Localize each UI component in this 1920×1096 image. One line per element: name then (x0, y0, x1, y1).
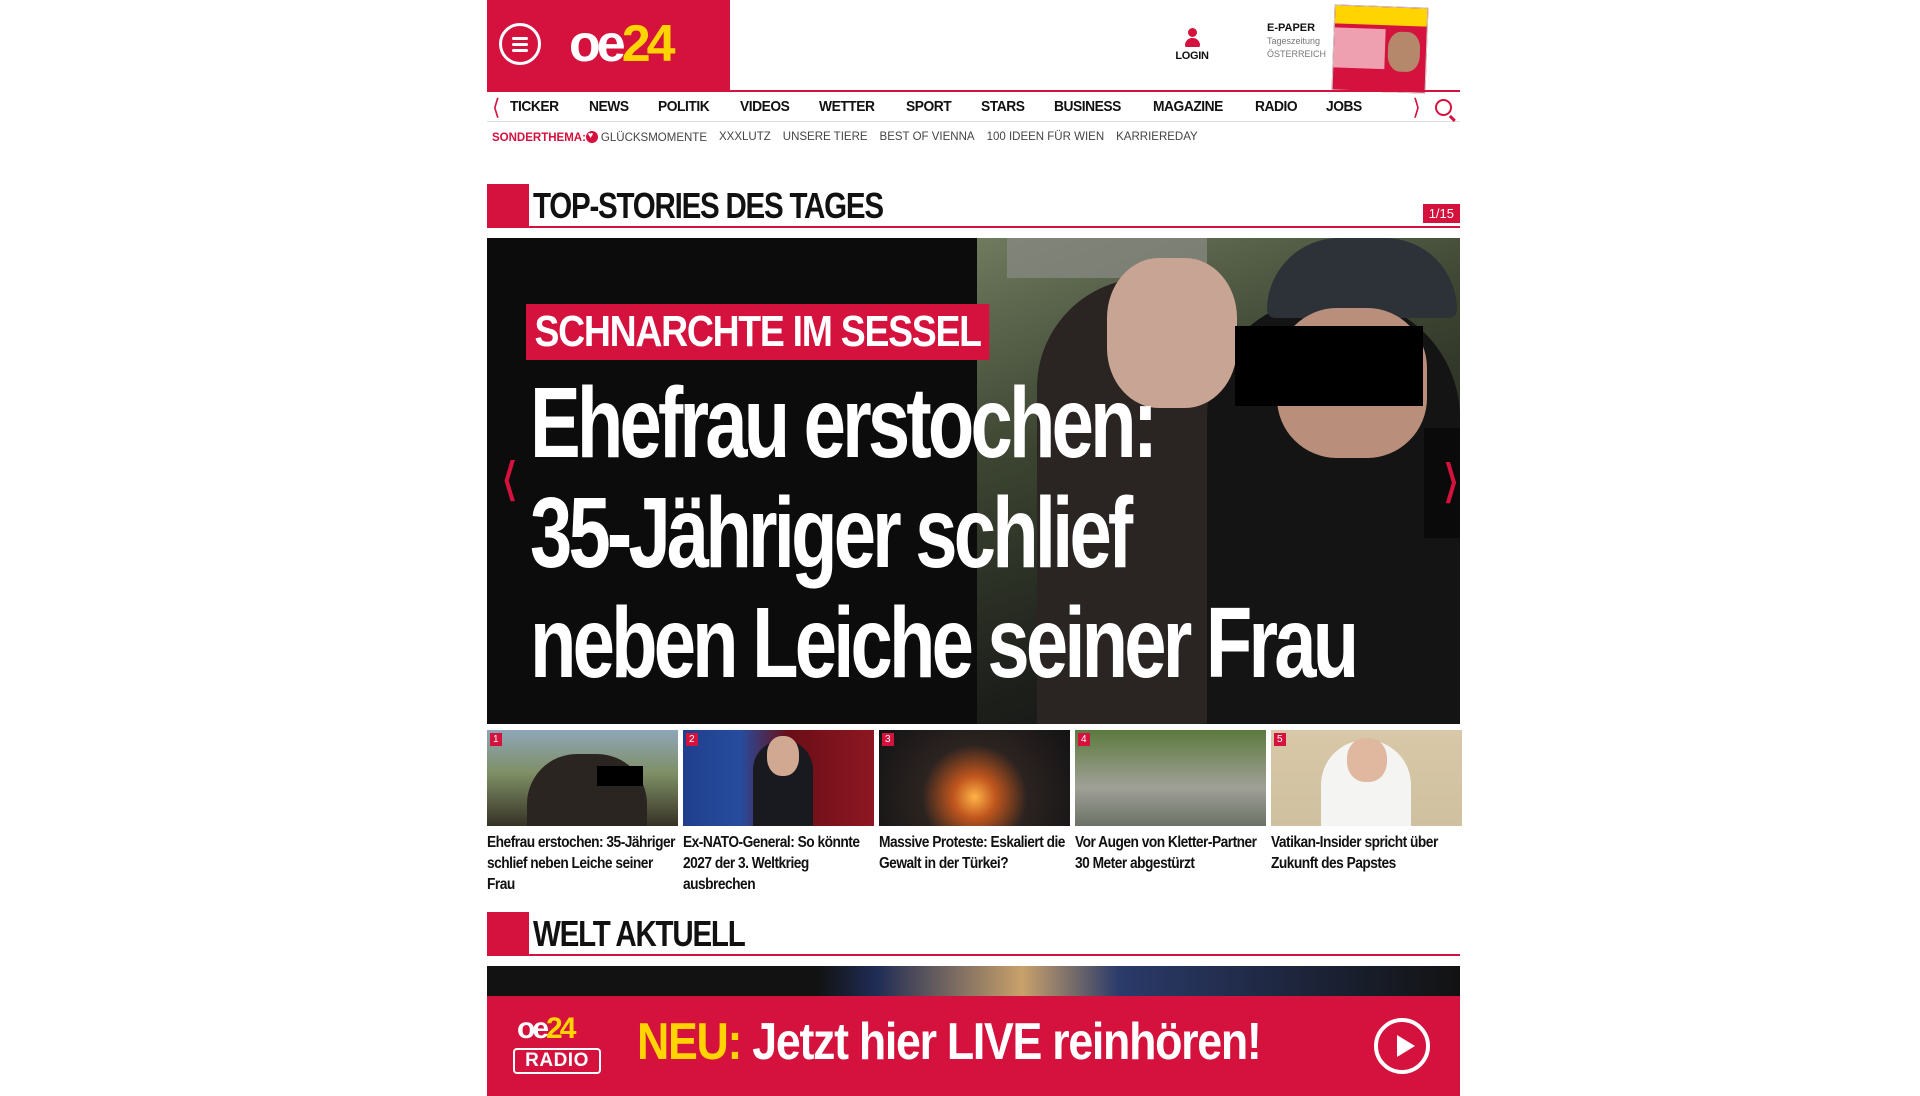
hero-next-button[interactable]: ❭ (1424, 428, 1460, 538)
radio-logo-num: 24 (546, 1012, 576, 1045)
epaper-cover-image[interactable] (1331, 4, 1429, 94)
story-thumbnail[interactable]: 1 Ehefrau erstochen: 35-Jähriger schlief… (487, 730, 678, 900)
epaper-subtitle-2: ÖSTERREICH (1267, 49, 1327, 59)
logo-oe: oe (569, 15, 626, 73)
epaper-title: E-PAPER (1267, 22, 1316, 34)
chevron-left-icon[interactable]: ❬ (491, 96, 501, 118)
section-marker (487, 912, 529, 956)
radio-banner[interactable]: oe24 RADIO NEU: Jetzt hier LIVE reinhöre… (487, 996, 1460, 1096)
main-nav: ❬ TICKER NEWS POLITIK VIDEOS WETTER SPOR… (487, 90, 1460, 122)
hero-headline[interactable]: Ehefrau erstochen: 35-Jähriger schlief n… (530, 367, 1359, 699)
topic-xxxlutz[interactable]: XXXLUTZ (719, 131, 771, 144)
special-topics-label: SONDERTHEMA:GLÜCKSMOMENTE (492, 130, 707, 144)
logo-area: oe24 (487, 0, 730, 90)
chevron-right-icon: ❭ (1440, 458, 1460, 502)
play-icon[interactable] (1374, 1018, 1430, 1074)
logo-num: 24 (621, 15, 676, 73)
section-divider (529, 954, 1460, 956)
thumbnail-title[interactable]: Ehefrau erstochen: 35-Jähriger schlief n… (487, 832, 678, 895)
thumbnail-image: 4 (1075, 730, 1266, 826)
thumbnail-image: 1 (487, 730, 678, 826)
nav-item-radio[interactable]: RADIO (1255, 92, 1307, 122)
chevron-right-icon[interactable]: ❭ (1411, 96, 1421, 118)
nav-item-magazine[interactable]: MAGAZINE (1153, 92, 1233, 122)
nav-item-wetter[interactable]: WETTER (819, 92, 885, 122)
story-thumbnail[interactable]: 5 Vatikan-Insider spricht über Zukunft d… (1271, 730, 1462, 900)
topic-unsere-tiere[interactable]: UNSERE TIERE (783, 131, 868, 144)
topic-best-of-vienna[interactable]: BEST OF VIENNA (880, 131, 975, 144)
page: oe24 LOGIN E-PAPER Tageszeitung ÖSTERREI… (487, 0, 1462, 1096)
heart-icon (585, 130, 598, 143)
thumbnail-number: 5 (1274, 733, 1286, 746)
story-thumbnail[interactable]: 3 Massive Proteste: Eskaliert die Gewalt… (879, 730, 1070, 900)
radio-banner-cta: Jetzt hier LIVE reinhören! (741, 1013, 1261, 1071)
hero-kicker: SCHNARCHTE IM SESSEL (526, 304, 990, 360)
thumbnail-image: 2 (683, 730, 874, 826)
section-marker (487, 184, 529, 228)
menu-icon[interactable] (499, 23, 541, 65)
welt-aktuell-heading: WELT AKTUELL (487, 912, 1460, 958)
nav-item-jobs[interactable]: JOBS (1326, 92, 1372, 122)
topic-glücksmomente[interactable]: GLÜCKSMOMENTE (601, 132, 707, 144)
topic-karriereday[interactable]: KARRIEREDAY (1116, 131, 1198, 144)
thumbnail-number: 3 (882, 733, 894, 746)
radio-logo: oe24 RADIO (513, 1012, 605, 1078)
nav-items: TICKER NEWS POLITIK VIDEOS WETTER SPORT … (510, 92, 1391, 122)
section-title: WELT AKTUELL (533, 913, 746, 954)
user-icon (1183, 28, 1201, 50)
hero-headline-line-1: Ehefrau erstochen: (530, 367, 1158, 479)
nav-item-business[interactable]: BUSINESS (1054, 92, 1131, 122)
hero-slide[interactable]: SCHNARCHTE IM SESSEL Ehefrau erstochen: … (487, 238, 1460, 724)
epaper-subtitle: Tageszeitung (1267, 36, 1321, 46)
thumbnail-title[interactable]: Vor Augen von Kletter-Partner 30 Meter a… (1075, 832, 1266, 874)
radio-banner-neu: NEU: (637, 1013, 742, 1071)
login-label: LOGIN (1175, 50, 1209, 62)
thumbnail-title[interactable]: Ex-NATO-General: So könnte 2027 der 3. W… (683, 832, 874, 895)
nav-item-sport[interactable]: SPORT (906, 92, 961, 122)
radio-logo-oe: oe (517, 1012, 549, 1045)
login-button[interactable]: LOGIN (1167, 28, 1217, 62)
site-header: oe24 LOGIN E-PAPER Tageszeitung ÖSTERREI… (487, 0, 1460, 94)
nav-item-ticker[interactable]: TICKER (510, 92, 569, 122)
thumbnail-title[interactable]: Massive Proteste: Eskaliert die Gewalt i… (879, 832, 1070, 874)
chevron-left-icon[interactable]: ❬ (500, 458, 520, 498)
thumbnail-image: 3 (879, 730, 1070, 826)
thumbnail-number: 2 (686, 733, 698, 746)
welt-lead-image[interactable] (487, 966, 1460, 996)
search-icon[interactable] (1435, 99, 1452, 116)
thumbnail-number: 1 (490, 733, 502, 746)
nav-item-videos[interactable]: VIDEOS (740, 92, 800, 122)
top-stories-thumbnails: 1 Ehefrau erstochen: 35-Jähriger schlief… (487, 730, 1462, 900)
thumbnail-image: 5 (1271, 730, 1462, 826)
nav-item-politik[interactable]: POLITIK (658, 92, 719, 122)
topic-100-ideen[interactable]: 100 IDEEN FÜR WIEN (987, 131, 1105, 144)
thumbnail-number: 4 (1078, 733, 1090, 746)
thumbnail-title[interactable]: Vatikan-Insider spricht über Zukunft des… (1271, 832, 1462, 874)
special-topics-bar: SONDERTHEMA:GLÜCKSMOMENTE XXXLUTZ UNSERE… (492, 130, 1198, 144)
section-divider (529, 226, 1460, 228)
top-stories-heading: TOP-STORIES DES TAGES 1/15 (487, 184, 1460, 230)
hero-headline-line-3: neben Leiche seiner Frau (530, 587, 1359, 699)
hero-headline-line-2: 35-Jähriger schlief (530, 477, 1133, 589)
nav-item-stars[interactable]: STARS (981, 92, 1035, 122)
radio-banner-text: NEU: Jetzt hier LIVE reinhören! (637, 1010, 1262, 1074)
radio-logo-label: RADIO (513, 1048, 601, 1074)
slide-counter: 1/15 (1422, 204, 1460, 223)
site-logo[interactable]: oe24 (569, 14, 676, 74)
epaper-link[interactable]: E-PAPER Tageszeitung ÖSTERREICH (1267, 22, 1326, 61)
story-thumbnail[interactable]: 4 Vor Augen von Kletter-Partner 30 Meter… (1075, 730, 1266, 900)
story-thumbnail[interactable]: 2 Ex-NATO-General: So könnte 2027 der 3.… (683, 730, 874, 900)
section-title: TOP-STORIES DES TAGES (533, 185, 884, 226)
nav-item-news[interactable]: NEWS (589, 92, 639, 122)
